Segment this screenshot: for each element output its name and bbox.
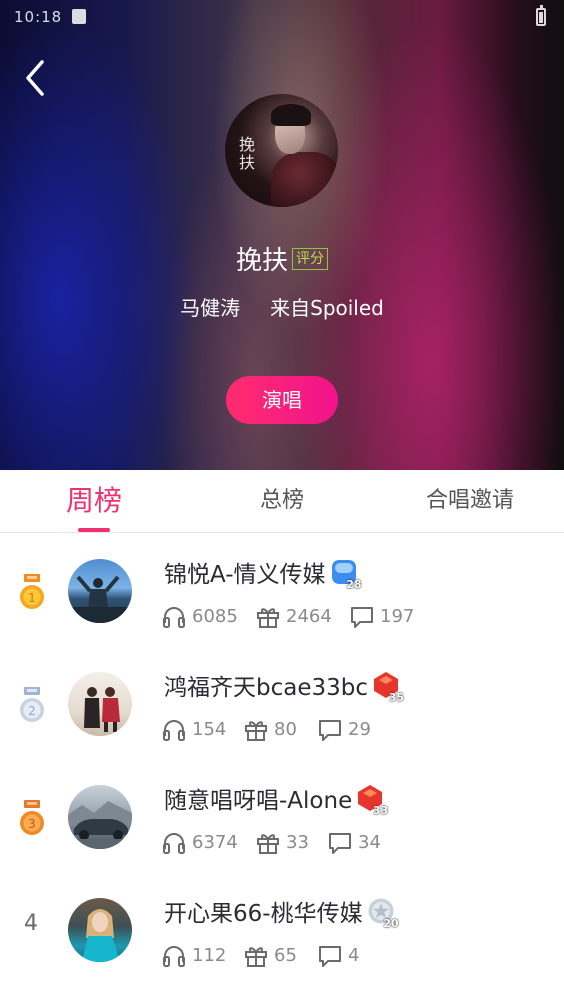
song-title: 挽扶 — [235, 246, 288, 276]
bronze-medal-icon: 3 — [20, 800, 44, 835]
level-number: 28 — [346, 578, 362, 591]
user-name-text: 开心果66-桃华传媒 — [164, 901, 363, 927]
comment-count-value: 29 — [348, 719, 371, 740]
gift-icon — [245, 721, 267, 741]
headphones-icon — [163, 607, 185, 628]
gift-count-value: 80 — [274, 719, 297, 740]
comment-icon — [319, 946, 341, 967]
list-item[interactable]: 2 鸿福齐天bcae33bc 35 154 80 29 — [0, 647, 564, 760]
user-name[interactable]: 锦悦A-情义传媒 28 — [164, 555, 362, 591]
avatar[interactable] — [68, 559, 132, 623]
status-bar: 10:18 — [14, 5, 550, 28]
avatar[interactable] — [68, 785, 132, 849]
sing-button[interactable]: 演唱 — [226, 376, 338, 424]
avatar[interactable] — [68, 672, 132, 736]
listen-count-value: 6374 — [192, 832, 238, 853]
comment-count-value: 4 — [348, 945, 360, 966]
rating-badge[interactable]: 评分 — [292, 247, 328, 270]
rank-number: 4 — [24, 911, 38, 936]
headphones-icon — [163, 946, 185, 967]
svg-text:3: 3 — [28, 817, 36, 831]
comment-count-value: 197 — [380, 606, 415, 627]
level-number: 33 — [372, 804, 389, 817]
blue-gem-icon: 28 — [330, 558, 362, 591]
gold-medal-icon: 1 — [20, 574, 44, 609]
listen-count-value: 154 — [192, 719, 227, 740]
silver-medal-icon: 2 — [20, 687, 44, 722]
notification-icon — [72, 9, 87, 24]
gift-icon — [257, 834, 279, 854]
comment-icon — [351, 607, 373, 628]
comment-count-value: 34 — [358, 832, 381, 853]
song-source: 来自Spoiled — [270, 296, 384, 320]
gift-icon — [257, 608, 279, 628]
back-button[interactable] — [18, 56, 58, 100]
chevron-left-icon — [26, 60, 44, 96]
gift-count-value: 33 — [286, 832, 309, 853]
level-number: 35 — [388, 691, 405, 704]
artist-name[interactable]: 马健涛 — [180, 296, 240, 320]
tab-chorus-invite[interactable]: 合唱邀请 — [410, 470, 530, 532]
tab-all-time[interactable]: 总榜 — [232, 470, 332, 532]
list-item[interactable]: 4 开心果66-桃华传媒 20 112 65 4 — [0, 873, 564, 986]
silver-star-icon: 20 — [367, 897, 399, 930]
song-header: 10:18 挽扶 挽扶 评分 马健涛 来自Spoiled 演唱 — [0, 0, 564, 470]
artist-row: 马健涛 来自Spoiled — [0, 292, 564, 321]
gift-count-value: 2464 — [286, 606, 332, 627]
avatar[interactable] — [68, 898, 132, 962]
gift-icon — [245, 947, 267, 967]
gift-count-value: 65 — [274, 945, 297, 966]
album-cover: 挽扶 — [225, 94, 338, 207]
comment-icon — [329, 833, 351, 854]
red-gem-icon: 35 — [372, 671, 404, 704]
tab-weekly[interactable]: 周榜 — [44, 470, 144, 532]
battery-icon — [536, 5, 546, 26]
level-number: 20 — [383, 917, 399, 930]
status-time: 10:18 — [14, 8, 87, 26]
cover-title-text: 挽扶 — [239, 135, 256, 172]
svg-text:2: 2 — [28, 704, 36, 718]
user-name[interactable]: 开心果66-桃华传媒 20 — [164, 894, 399, 930]
status-time-text: 10:18 — [14, 8, 63, 26]
headphones-icon — [163, 720, 185, 741]
red-gem-icon: 33 — [356, 784, 388, 817]
listen-count-value: 112 — [192, 945, 227, 966]
user-name[interactable]: 随意唱呀唱-Alone 33 — [164, 781, 388, 817]
ranking-tabs: 周榜 总榜 合唱邀请 — [0, 470, 564, 533]
listen-count-value: 6085 — [192, 606, 238, 627]
svg-text:1: 1 — [28, 591, 36, 605]
user-name[interactable]: 鸿福齐天bcae33bc 35 — [164, 668, 404, 704]
user-name-text: 随意唱呀唱-Alone — [164, 788, 353, 814]
list-item[interactable]: 1 锦悦A-情义传媒 28 6085 2464 197 — [0, 534, 564, 647]
comment-icon — [319, 720, 341, 741]
song-title-row: 挽扶 评分 — [0, 240, 564, 277]
tab-active-indicator — [78, 528, 110, 532]
cover-figure-suit — [271, 152, 338, 207]
list-item[interactable]: 3 随意唱呀唱-Alone 33 6374 33 34 — [0, 760, 564, 873]
cover-figure-hair — [271, 104, 311, 126]
user-name-text: 锦悦A-情义传媒 — [164, 562, 326, 588]
headphones-icon — [163, 833, 185, 854]
user-name-text: 鸿福齐天bcae33bc — [164, 675, 369, 701]
